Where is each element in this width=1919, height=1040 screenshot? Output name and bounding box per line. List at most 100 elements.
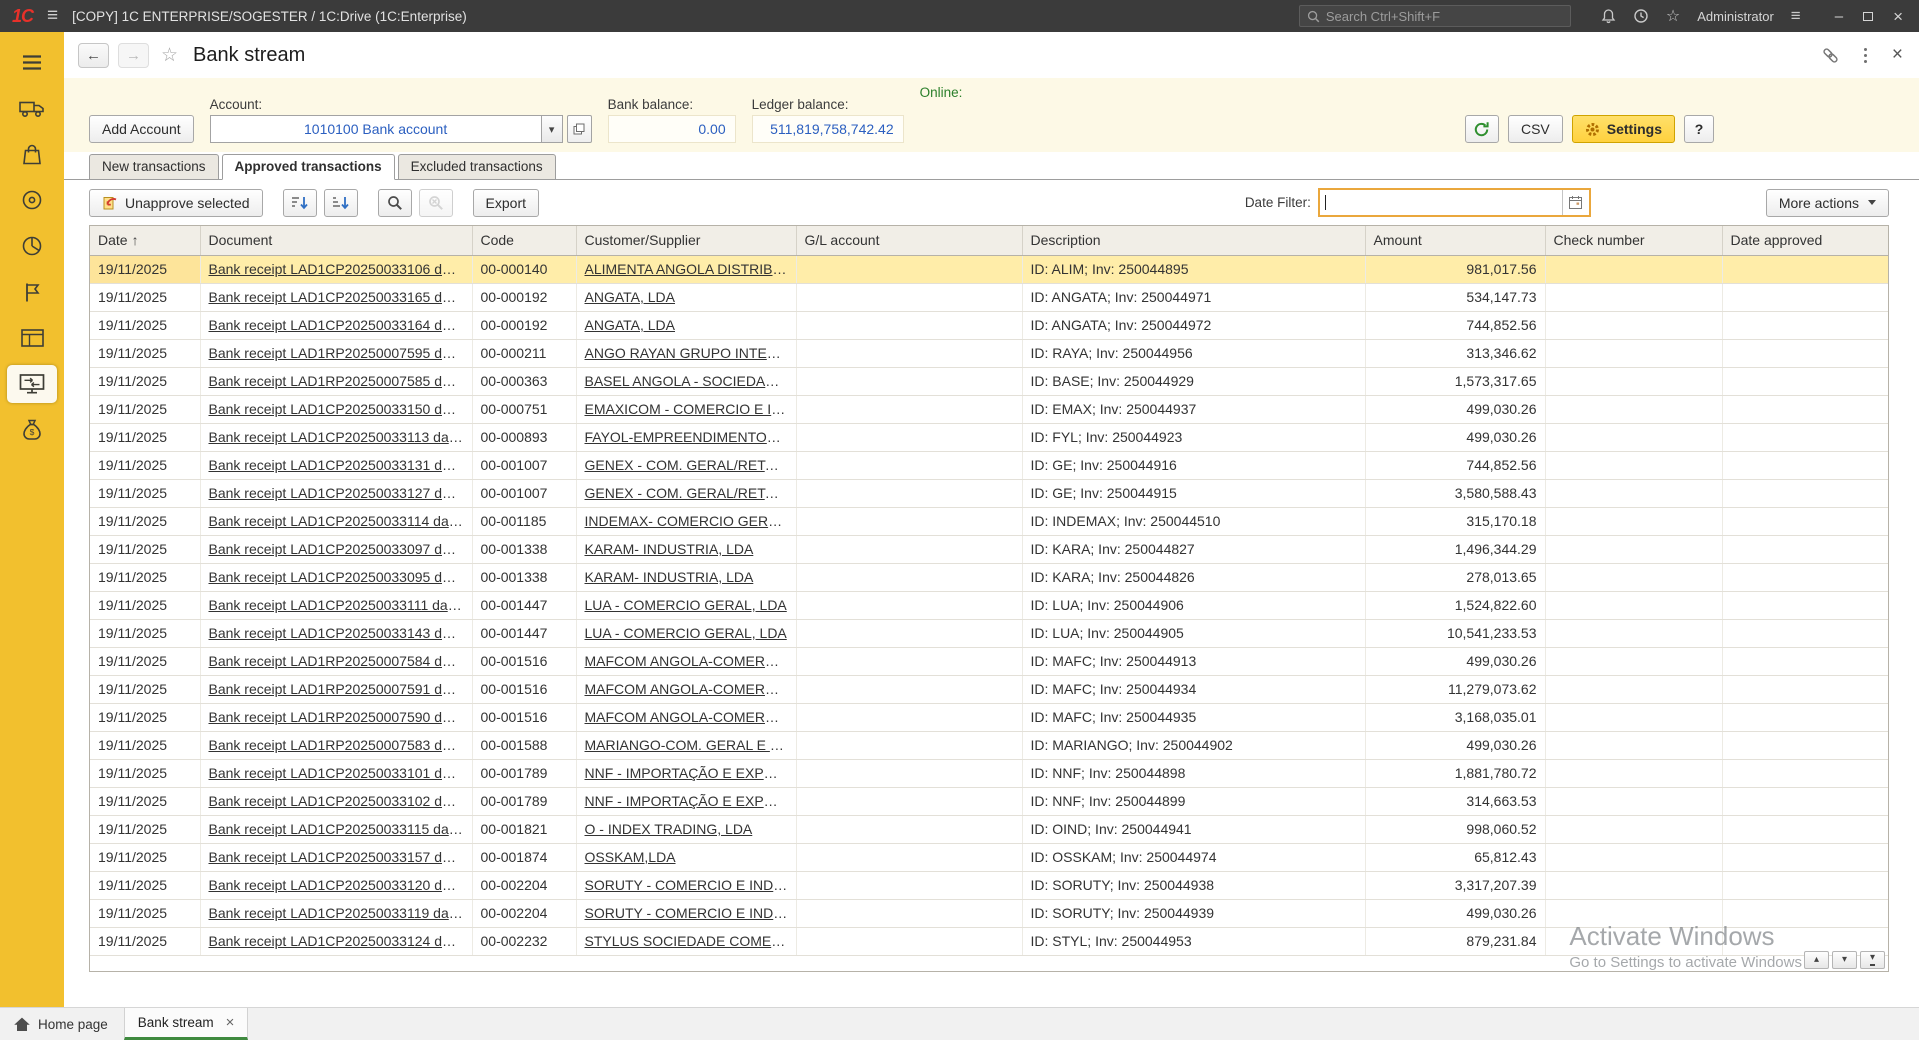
cell-customer[interactable]: NNF - IMPORTAÇÃO E EXPORT... — [576, 787, 797, 816]
sidebar-item-sales[interactable] — [7, 135, 57, 173]
sort-ascending-button[interactable] — [282, 188, 317, 217]
cell-customer[interactable]: MARIANGO-COM. GERAL E IN... — [576, 731, 797, 760]
table-row[interactable]: 19/11/2025 Bank receipt LAD1CP20250033150… — [90, 395, 1888, 424]
cell-check-number[interactable] — [1545, 367, 1723, 396]
cell-date[interactable]: 19/11/2025 — [90, 563, 201, 592]
document-link[interactable]: Bank receipt LAD1CP20250033150 dated... — [209, 401, 472, 417]
cell-customer[interactable]: ALIMENTA ANGOLA DISTRIBUI... — [576, 255, 797, 284]
cell-amount[interactable]: 499,030.26 — [1365, 731, 1546, 760]
cell-gl-account[interactable] — [796, 395, 1023, 424]
cell-check-number[interactable] — [1545, 619, 1723, 648]
table-row[interactable]: 19/11/2025 Bank receipt LAD1CP20250033095… — [90, 563, 1888, 592]
column-header[interactable]: Date approved — [1722, 226, 1888, 256]
cell-document[interactable]: Bank receipt LAD1CP20250033111 dated... — [200, 591, 473, 620]
customer-link[interactable]: KARAM- INDUSTRIA, LDA — [585, 541, 754, 557]
sidebar-item-money[interactable]: $ — [7, 411, 57, 449]
cell-amount[interactable]: 879,231.84 — [1365, 927, 1546, 956]
cell-check-number[interactable] — [1545, 283, 1723, 312]
cell-customer[interactable]: SORUTY - COMERCIO E INDUS... — [576, 871, 797, 900]
cell-document[interactable]: Bank receipt LAD1CP20250033164 dated... — [200, 311, 473, 340]
cell-date-approved[interactable] — [1722, 255, 1888, 284]
cell-check-number[interactable] — [1545, 451, 1723, 480]
cell-check-number[interactable] — [1545, 479, 1723, 508]
cell-document[interactable]: Bank receipt LAD1CP20250033143 dated... — [200, 619, 473, 648]
cell-check-number[interactable] — [1545, 871, 1723, 900]
table-row[interactable]: 19/11/2025 Bank receipt LAD1CP20250033164… — [90, 311, 1888, 340]
cell-date[interactable]: 19/11/2025 — [90, 591, 201, 620]
customer-link[interactable]: ALIMENTA ANGOLA DISTRIBUI... — [585, 261, 796, 277]
cell-date-approved[interactable] — [1722, 815, 1888, 844]
cell-customer[interactable]: ANGO RAYAN GRUPO INTERN... — [576, 339, 797, 368]
cell-code[interactable]: 00-001516 — [472, 675, 577, 704]
cell-date-approved[interactable] — [1722, 283, 1888, 312]
column-header[interactable]: Customer/Supplier — [576, 226, 797, 256]
table-row[interactable]: 19/11/2025 Bank receipt LAD1CP20250033124… — [90, 927, 1888, 956]
cell-check-number[interactable] — [1545, 703, 1723, 732]
cell-amount[interactable]: 744,852.56 — [1365, 311, 1546, 340]
forward-button[interactable]: → — [118, 42, 149, 68]
document-link[interactable]: Bank receipt LAD1CP20250033157 dated... — [209, 849, 472, 865]
cell-customer[interactable]: ANGATA, LDA — [576, 283, 797, 312]
customer-link[interactable]: FAYOL-EMPREENDIMENTOS, ... — [585, 429, 796, 445]
cell-date[interactable]: 19/11/2025 — [90, 283, 201, 312]
cell-description[interactable]: ID: EMAX; Inv: 250044937 — [1022, 395, 1366, 424]
cell-document[interactable]: Bank receipt LAD1RP20250007590 dated... — [200, 703, 473, 732]
cell-amount[interactable]: 1,496,344.29 — [1365, 535, 1546, 564]
cell-amount[interactable]: 1,573,317.65 — [1365, 367, 1546, 396]
cell-gl-account[interactable] — [796, 731, 1023, 760]
cell-check-number[interactable] — [1545, 647, 1723, 676]
cell-amount[interactable]: 1,881,780.72 — [1365, 759, 1546, 788]
tab-new-transactions[interactable]: New transactions — [89, 154, 219, 180]
cell-customer[interactable]: LUA - COMERCIO GERAL, LDA — [576, 591, 797, 620]
cell-check-number[interactable] — [1545, 395, 1723, 424]
more-actions-button[interactable]: More actions — [1765, 188, 1889, 217]
cell-check-number[interactable] — [1545, 311, 1723, 340]
cell-gl-account[interactable] — [796, 507, 1023, 536]
cell-date-approved[interactable] — [1722, 563, 1888, 592]
cell-description[interactable]: ID: ALIM; Inv: 250044895 — [1022, 255, 1366, 284]
cell-document[interactable]: Bank receipt LAD1RP20250007591 dated... — [200, 675, 473, 704]
cell-check-number[interactable] — [1545, 787, 1723, 816]
column-header[interactable]: Check number — [1545, 226, 1723, 256]
customer-link[interactable]: MAFCOM ANGOLA-COMERCIO... — [585, 681, 796, 697]
cancel-search-button[interactable] — [418, 188, 453, 217]
cell-code[interactable]: 00-001821 — [472, 815, 577, 844]
cell-code[interactable]: 00-002204 — [472, 899, 577, 928]
cell-date-approved[interactable] — [1722, 339, 1888, 368]
customer-link[interactable]: GENEX - COM. GERAL/RETALH... — [585, 485, 796, 501]
cell-code[interactable]: 00-001874 — [472, 843, 577, 872]
settings-button[interactable]: Settings — [1571, 115, 1675, 143]
cell-gl-account[interactable] — [796, 423, 1023, 452]
cell-customer[interactable]: STYLUS SOCIEDADE COMERC... — [576, 927, 797, 956]
cell-amount[interactable]: 10,541,233.53 — [1365, 619, 1546, 648]
table-row[interactable]: 19/11/2025 Bank receipt LAD1CP20250033111… — [90, 591, 1888, 620]
table-row[interactable]: 19/11/2025 Bank receipt LAD1RP20250007584… — [90, 647, 1888, 676]
cell-document[interactable]: Bank receipt LAD1CP20250033131 dated... — [200, 451, 473, 480]
cell-code[interactable]: 00-000893 — [472, 423, 577, 452]
cell-document[interactable]: Bank receipt LAD1CP20250033119 dated... — [200, 899, 473, 928]
cell-date-approved[interactable] — [1722, 703, 1888, 732]
customer-link[interactable]: O - INDEX TRADING, LDA — [585, 821, 753, 837]
cell-amount[interactable]: 314,663.53 — [1365, 787, 1546, 816]
cell-gl-account[interactable] — [796, 563, 1023, 592]
cell-customer[interactable]: GENEX - COM. GERAL/RETALH... — [576, 451, 797, 480]
cell-date-approved[interactable] — [1722, 451, 1888, 480]
cell-check-number[interactable] — [1545, 339, 1723, 368]
customer-link[interactable]: MAFCOM ANGOLA-COMERCIO... — [585, 709, 796, 725]
cell-date-approved[interactable] — [1722, 367, 1888, 396]
cell-amount[interactable]: 499,030.26 — [1365, 395, 1546, 424]
table-row[interactable]: 19/11/2025 Bank receipt LAD1CP20250033127… — [90, 479, 1888, 508]
cell-date[interactable]: 19/11/2025 — [90, 787, 201, 816]
cell-gl-account[interactable] — [796, 843, 1023, 872]
cell-description[interactable]: ID: NNF; Inv: 250044899 — [1022, 787, 1366, 816]
user-menu[interactable]: Administrator — [1697, 9, 1774, 24]
cell-description[interactable]: ID: SORUTY; Inv: 250044938 — [1022, 871, 1366, 900]
cell-description[interactable]: ID: STYL; Inv: 250044953 — [1022, 927, 1366, 956]
customer-link[interactable]: SORUTY - COMERCIO E INDUS... — [585, 905, 796, 921]
search-list-button[interactable] — [377, 188, 412, 217]
cell-date-approved[interactable] — [1722, 871, 1888, 900]
notifications-bell-icon[interactable] — [1601, 8, 1616, 24]
cell-customer[interactable]: MAFCOM ANGOLA-COMERCIO... — [576, 675, 797, 704]
cell-code[interactable]: 00-000192 — [472, 311, 577, 340]
cell-code[interactable]: 00-001007 — [472, 451, 577, 480]
